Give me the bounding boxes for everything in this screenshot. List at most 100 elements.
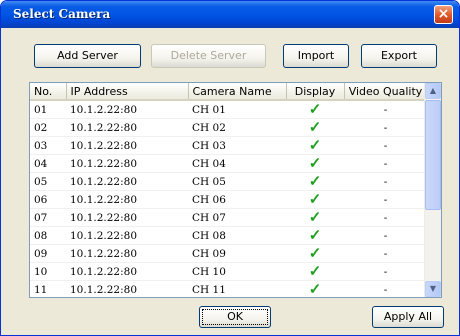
cell-camera-name: CH 02 [188, 118, 286, 137]
scroll-down-arrow-icon[interactable]: ▼ [425, 281, 441, 297]
table-row[interactable]: 08 10.1.2.22:80 CH 08 ✓ - [30, 226, 427, 245]
cell-video-quality: - [344, 172, 427, 191]
camera-list[interactable]: No. IP Address Camera Name Display Video Qua… [29, 82, 442, 298]
table-body: 01 10.1.2.22:80 CH 01 ✓ -02 10.1.2.22:80 CH 02… [30, 100, 427, 298]
cell-display: ✓ [286, 190, 344, 209]
cell-ip-address: 10.1.2.22:80 [66, 118, 188, 137]
checkmark-icon[interactable]: ✓ [309, 191, 322, 208]
cell-video-quality: - [344, 118, 427, 137]
export-button[interactable]: Export [361, 44, 437, 68]
cell-display: ✓ [286, 280, 344, 298]
close-button[interactable]: × [434, 5, 453, 24]
cell-camera-name: CH 01 [188, 100, 286, 119]
checkmark-icon[interactable]: ✓ [309, 227, 322, 244]
table-row[interactable]: 02 10.1.2.22:80 CH 02 ✓ - [30, 118, 427, 137]
col-header-ip-address[interactable]: IP Address [66, 83, 189, 101]
checkmark-icon[interactable]: ✓ [309, 209, 322, 226]
table-row[interactable]: 04 10.1.2.22:80 CH 04 ✓ - [30, 154, 427, 173]
cell-camera-name: CH 08 [188, 226, 286, 245]
cell-camera-name: CH 04 [188, 154, 286, 173]
cell-video-quality: - [344, 244, 427, 263]
checkmark-icon[interactable]: ✓ [309, 119, 322, 136]
delete-server-button[interactable]: Delete Server [151, 44, 266, 68]
checkmark-icon[interactable]: ✓ [309, 263, 322, 280]
cell-no: 10 [30, 262, 66, 281]
cell-ip-address: 10.1.2.22:80 [66, 136, 188, 155]
cell-video-quality: - [344, 280, 427, 297]
cell-display: ✓ [286, 208, 344, 227]
cell-display: ✓ [286, 136, 344, 155]
cell-no: 09 [30, 244, 66, 263]
cell-no: 04 [30, 154, 66, 173]
cell-display: ✓ [286, 262, 344, 281]
cell-video-quality: - [344, 262, 427, 281]
cell-no: 07 [30, 208, 66, 227]
cell-display: ✓ [286, 154, 344, 173]
table-row[interactable]: 05 10.1.2.22:80 CH 05 ✓ - [30, 172, 427, 191]
checkmark-icon[interactable]: ✓ [309, 173, 322, 190]
cell-ip-address: 10.1.2.22:80 [66, 172, 188, 191]
cell-ip-address: 10.1.2.22:80 [66, 154, 188, 173]
vertical-scrollbar[interactable]: ▲ ▼ [424, 83, 441, 297]
table-row[interactable]: 06 10.1.2.22:80 CH 06 ✓ - [30, 190, 427, 209]
cell-ip-address: 10.1.2.22:80 [66, 280, 188, 297]
cell-camera-name: CH 10 [188, 262, 286, 281]
cell-ip-address: 10.1.2.22:80 [66, 226, 188, 245]
cell-ip-address: 10.1.2.22:80 [66, 262, 188, 281]
close-icon: × [437, 6, 450, 22]
cell-ip-address: 10.1.2.22:80 [66, 208, 188, 227]
cell-video-quality: - [344, 136, 427, 155]
cell-display: ✓ [286, 118, 344, 137]
table-row[interactable]: 07 10.1.2.22:80 CH 07 ✓ - [30, 208, 427, 227]
checkmark-icon[interactable]: ✓ [309, 155, 322, 172]
checkmark-icon[interactable]: ✓ [309, 137, 322, 154]
window-title: Select Camera [13, 7, 111, 21]
cell-camera-name: CH 09 [188, 244, 286, 263]
scroll-up-arrow-icon[interactable]: ▲ [425, 83, 441, 99]
col-header-video-quality[interactable]: Video Quality [344, 83, 428, 101]
checkmark-icon[interactable]: ✓ [309, 245, 322, 262]
table-row[interactable]: 11 10.1.2.22:80 CH 11 ✓ - [30, 280, 427, 298]
cell-no: 01 [30, 100, 66, 119]
cell-ip-address: 10.1.2.22:80 [66, 100, 188, 119]
cell-display: ✓ [286, 244, 344, 263]
cell-camera-name: CH 05 [188, 172, 286, 191]
checkmark-icon[interactable]: ✓ [309, 100, 322, 118]
cell-video-quality: - [344, 208, 427, 227]
cell-display: ✓ [286, 172, 344, 191]
col-header-camera-name[interactable]: Camera Name [188, 83, 287, 101]
cell-camera-name: CH 03 [188, 136, 286, 155]
add-server-button[interactable]: Add Server [34, 44, 141, 68]
cell-video-quality: - [344, 100, 427, 119]
apply-all-button[interactable]: Apply All [372, 306, 444, 328]
cell-no: 02 [30, 118, 66, 137]
cell-no: 11 [30, 280, 66, 297]
title-bar[interactable]: Select Camera × [1, 1, 459, 28]
cell-display: ✓ [286, 226, 344, 245]
table-row[interactable]: 01 10.1.2.22:80 CH 01 ✓ - [30, 100, 427, 119]
table-row[interactable]: 09 10.1.2.22:80 CH 09 ✓ - [30, 244, 427, 263]
checkmark-icon[interactable]: ✓ [309, 281, 322, 298]
cell-video-quality: - [344, 226, 427, 245]
ok-button[interactable]: OK [199, 306, 271, 328]
cell-no: 06 [30, 190, 66, 209]
col-header-no[interactable]: No. [30, 83, 67, 101]
cell-no: 08 [30, 226, 66, 245]
cell-no: 03 [30, 136, 66, 155]
cell-ip-address: 10.1.2.22:80 [66, 244, 188, 263]
import-button[interactable]: Import [283, 44, 349, 68]
cell-camera-name: CH 07 [188, 208, 286, 227]
table-row[interactable]: 03 10.1.2.22:80 CH 03 ✓ - [30, 136, 427, 155]
table-header: No. IP Address Camera Name Display Video Qua… [30, 83, 428, 101]
camera-table: No. IP Address Camera Name Display Video Qua… [30, 83, 428, 298]
cell-video-quality: - [344, 190, 427, 209]
cell-no: 05 [30, 172, 66, 191]
cell-camera-name: CH 06 [188, 190, 286, 209]
scroll-thumb[interactable] [425, 100, 441, 210]
select-camera-dialog: Select Camera × Add Server Delete Server… [0, 0, 460, 336]
cell-display: ✓ [286, 100, 344, 119]
cell-ip-address: 10.1.2.22:80 [66, 190, 188, 209]
cell-video-quality: - [344, 154, 427, 173]
col-header-display[interactable]: Display [286, 83, 345, 101]
table-row[interactable]: 10 10.1.2.22:80 CH 10 ✓ - [30, 262, 427, 281]
